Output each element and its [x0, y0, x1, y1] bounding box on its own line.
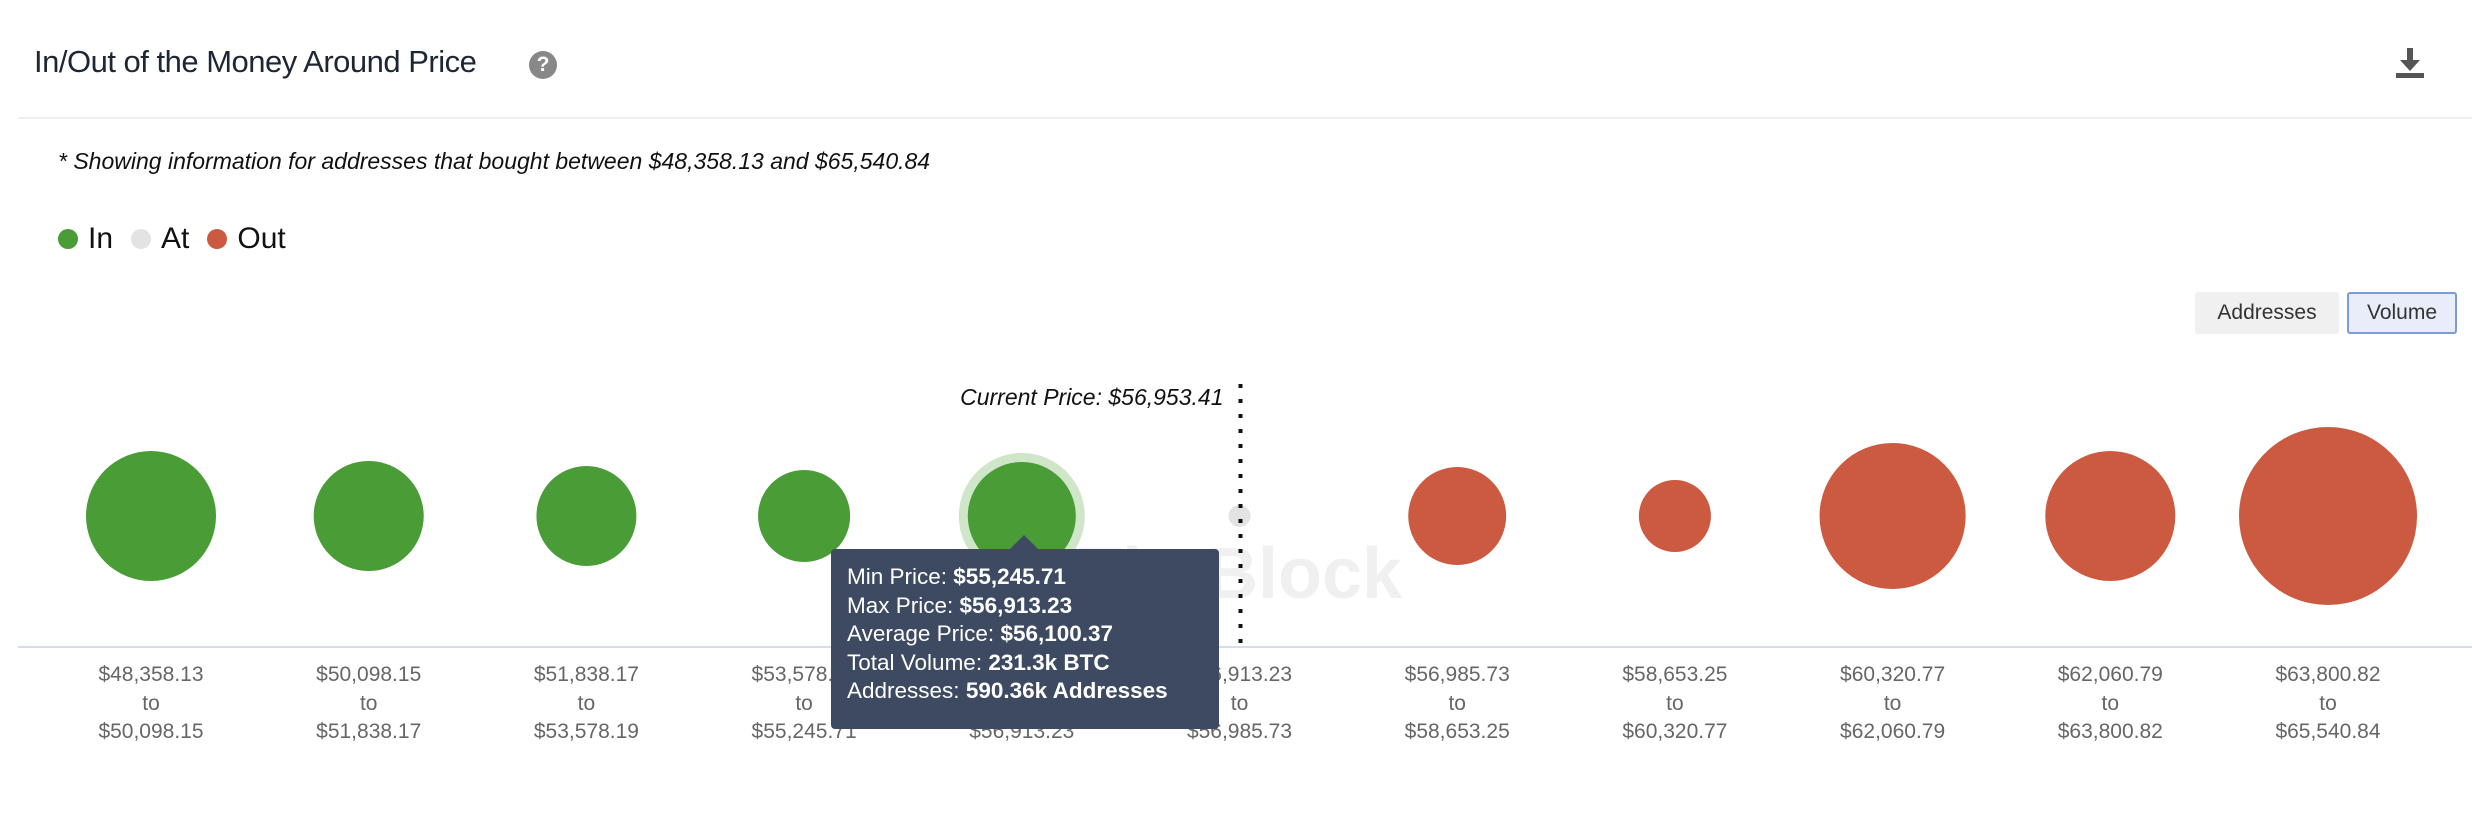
- x-tick-label-to-word: to: [1448, 692, 1466, 715]
- x-tick-label-from: $48,358.13: [98, 663, 203, 686]
- bubble-chart: TheBlock$48,358.13to$50,098.15$50,098.15…: [18, 384, 2472, 743]
- x-tick-label-to: $60,320.77: [1622, 720, 1727, 743]
- x-tick-label-to-word: to: [795, 692, 813, 715]
- x-tick-label-to: $62,060.79: [1840, 720, 1945, 743]
- bubble-in[interactable]: [313, 460, 424, 572]
- x-tick-label-to: $51,838.17: [316, 720, 421, 743]
- x-tick-label-to: $50,098.15: [98, 720, 203, 743]
- bubble-in[interactable]: [536, 466, 637, 566]
- tooltip-row: Addresses: 590.36k Addresses: [847, 678, 1168, 703]
- bubble-at[interactable]: [1228, 504, 1251, 528]
- tooltip-row: Total Volume: 231.3k BTC: [847, 649, 1110, 675]
- x-tick-label-from: $62,060.79: [2058, 663, 2163, 686]
- x-tick-label-to-word: to: [2102, 692, 2120, 715]
- x-tick-label-to-word: to: [1666, 692, 1684, 715]
- x-tick-label-to-word: to: [360, 692, 378, 715]
- x-tick-label-to-word: to: [1231, 692, 1249, 715]
- x-tick-label-to-word: to: [142, 692, 160, 715]
- tooltip-row: Average Price: $56,100.37: [847, 621, 1114, 646]
- x-tick-label-from: $50,098.15: [316, 663, 421, 686]
- bubble-in[interactable]: [85, 450, 217, 582]
- bubble-out[interactable]: [2239, 427, 2417, 605]
- x-tick-label-to: $58,653.25: [1405, 720, 1510, 743]
- bubble-out[interactable]: [1819, 442, 1966, 590]
- x-tick-label-from: $58,653.25: [1622, 663, 1727, 686]
- x-tick-label-from: $63,800.82: [2275, 663, 2380, 686]
- x-tick-label-to-word: to: [2319, 692, 2337, 715]
- x-tick-label-from: $56,985.73: [1405, 663, 1510, 686]
- x-tick-label-to: $65,540.84: [2275, 720, 2380, 743]
- tooltip: Min Price: $55,245.71 Max Price: $56,913…: [831, 535, 1219, 729]
- x-tick-label-to-word: to: [578, 692, 596, 715]
- x-tick-label-to: $53,578.19: [534, 720, 639, 743]
- tooltip-row: Max Price: $56,913.23: [847, 592, 1073, 618]
- bubble-out[interactable]: [2045, 450, 2176, 582]
- current-price-label: Current Price: $56,953.41: [960, 384, 1223, 410]
- x-tick-label-from: $51,838.17: [534, 663, 639, 686]
- tooltip-row: Min Price: $55,245.71: [847, 564, 1066, 589]
- bubble-out[interactable]: [1408, 467, 1507, 565]
- x-tick-label-to-word: to: [1884, 692, 1902, 715]
- bubble-out[interactable]: [1638, 479, 1711, 553]
- x-tick-label-to: $63,800.82: [2058, 720, 2163, 743]
- x-tick-label-from: $60,320.77: [1840, 663, 1945, 686]
